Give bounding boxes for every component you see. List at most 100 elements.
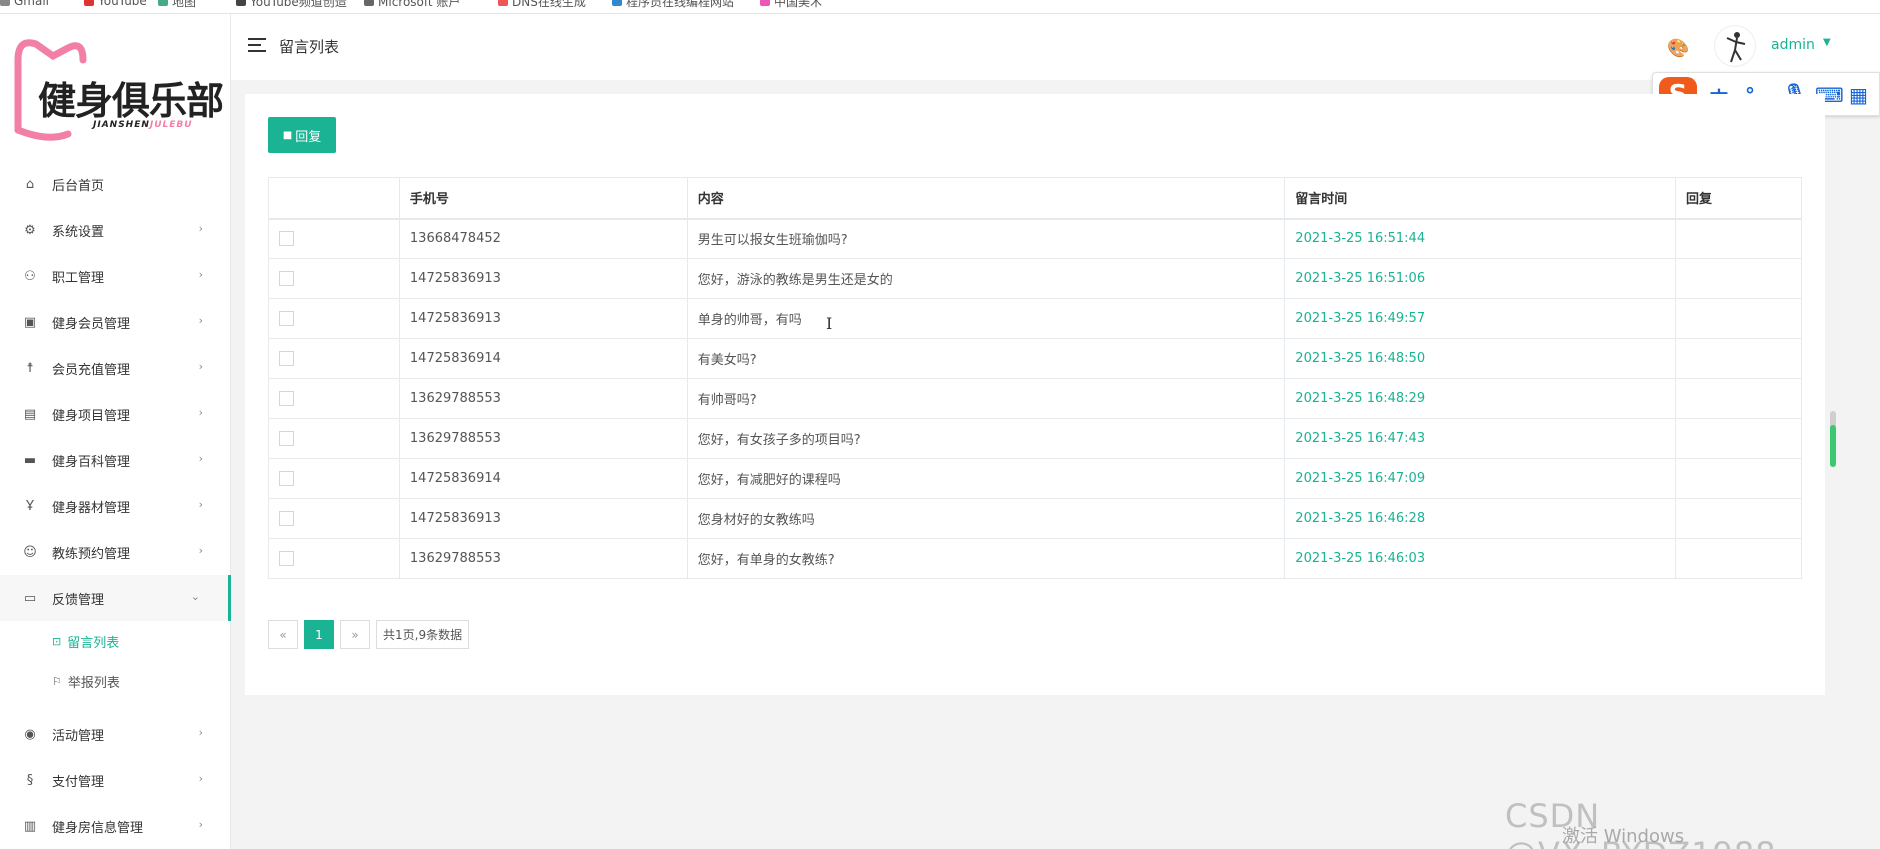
bookmark-label: YouTube <box>98 0 147 8</box>
bookmark-item[interactable]: DNS在线生成 <box>498 0 586 9</box>
table-row[interactable]: 14725836914 有美女吗? 2021-3-25 16:48:50 <box>268 338 1802 379</box>
sidebar-item[interactable]: ☺ 教练预约管理 › <box>0 529 231 575</box>
sidebar-item[interactable]: ⚙ 系统设置 › <box>0 207 231 253</box>
time-cell: 2021-3-25 16:47:43 <box>1284 418 1677 459</box>
bookmark-item[interactable]: Gmail <box>0 0 49 8</box>
sidebar-item[interactable]: Ұ 健身器材管理 › <box>0 483 231 529</box>
bookmark-item[interactable]: 地图 <box>158 0 196 9</box>
row-checkbox[interactable] <box>279 431 294 446</box>
reply-cell <box>1675 458 1802 499</box>
sidebar-item[interactable]: ⌂ 后台首页 <box>0 161 231 207</box>
sidebar-item[interactable]: ▥ 健身房信息管理 › <box>0 803 231 849</box>
bookmark-favicon-icon <box>364 0 374 6</box>
bookmark-label: DNS在线生成 <box>512 0 586 9</box>
bookmark-item[interactable]: Microsoft 账户 <box>364 0 461 9</box>
phone-cell: 14725836914 <box>398 458 688 499</box>
table-header-row: 手机号 内容 留言时间 回复 <box>268 177 1802 220</box>
sidebar-subitem[interactable]: ⊡ 留言列表 <box>0 621 231 661</box>
sidebar-item[interactable]: ▤ 健身项目管理 › <box>0 391 231 437</box>
header-phone[interactable]: 手机号 <box>398 177 688 220</box>
row-checkbox[interactable] <box>279 551 294 566</box>
table-row[interactable]: 13629788553 您好，有单身的女教练? 2021-3-25 16:46:03 <box>268 538 1802 579</box>
folder-icon: ▬ <box>23 452 37 468</box>
row-checkbox[interactable] <box>279 391 294 406</box>
sidebar-item-label: 健身房信息管理 <box>52 820 144 836</box>
reply-cell <box>1675 378 1802 419</box>
reply-cell <box>1675 338 1802 379</box>
chevron-down-icon: ⌄ <box>190 590 200 603</box>
sidebar-item[interactable]: ◉ 活动管理 › <box>0 711 231 757</box>
content-cell: 男生可以报女生班瑜伽吗? <box>686 218 1286 259</box>
message-table: 手机号 内容 留言时间 回复 13668478452 男生可以报女生班瑜伽吗? 20… <box>268 177 1802 579</box>
phone-cell: 13668478452 <box>398 218 688 259</box>
pagination-next[interactable]: » <box>340 620 370 649</box>
row-checkbox[interactable] <box>279 271 294 286</box>
sidebar-item-label: 职工管理 <box>52 270 105 286</box>
chevron-right-icon: › <box>198 452 203 465</box>
bookmark-item[interactable]: YouTube <box>84 0 147 8</box>
sidebar-subitem-label: 举报列表 <box>67 675 120 691</box>
time-cell: 2021-3-25 16:49:57 <box>1284 298 1677 339</box>
header-time[interactable]: 留言时间 <box>1284 177 1677 220</box>
table-row[interactable]: 13668478452 男生可以报女生班瑜伽吗? 2021-3-25 16:51:4… <box>268 218 1802 259</box>
bookmark-label: Microsoft 账户 <box>378 0 461 9</box>
android-icon: ▣ <box>23 314 37 330</box>
table-row[interactable]: 14725836914 您好，有减肥好的课程吗 2021-3-25 16:47:09 <box>268 458 1802 499</box>
person-icon: ☨ <box>26 360 34 376</box>
table-row[interactable]: 14725836913 您身材好的女教练吗 2021-3-25 16:46:28 <box>268 498 1802 539</box>
sidebar-subitem[interactable]: ⚐ 举报列表 <box>0 661 231 701</box>
message-icon: ⊡ <box>52 634 62 648</box>
theme-palette-icon[interactable]: 🎨 <box>1667 38 1689 59</box>
sidebar-item[interactable]: ▬ 健身百科管理 › <box>0 437 231 483</box>
scrollbar[interactable] <box>1830 411 1836 467</box>
row-checkbox-cell <box>268 538 400 579</box>
top-header: 留言列表 🎨 admin ▼ <box>231 14 1880 80</box>
bookmark-label: 中国美术 <box>774 0 823 9</box>
row-checkbox[interactable] <box>279 311 294 326</box>
user-name-dropdown[interactable]: admin <box>1771 37 1815 53</box>
row-checkbox[interactable] <box>279 471 294 486</box>
sidebar-item[interactable]: § 支付管理 › <box>0 757 231 803</box>
table-row[interactable]: 14725836913 您好，游泳的教练是男生还是女的 2021-3-25 16:5… <box>268 258 1802 299</box>
header-reply[interactable]: 回复 <box>1675 177 1802 220</box>
header-content[interactable]: 内容 <box>686 177 1286 220</box>
pagination-prev[interactable]: « <box>268 620 298 649</box>
bookmark-item[interactable]: 中国美术 <box>760 0 823 9</box>
sidebar-item[interactable]: ▭ 反馈管理 ⌄ <box>0 575 231 621</box>
avatar[interactable] <box>1714 25 1756 67</box>
sidebar-item-label: 活动管理 <box>52 728 105 744</box>
sidebar-item-label: 支付管理 <box>52 774 105 790</box>
pagination: « 1 » 共1页,9条数据 <box>268 620 475 649</box>
bookmark-favicon-icon <box>84 0 94 6</box>
row-checkbox[interactable] <box>279 231 294 247</box>
row-checkbox[interactable] <box>279 511 294 526</box>
reply-cell <box>1675 298 1802 339</box>
page-title: 留言列表 <box>279 38 340 56</box>
caret-down-icon[interactable]: ▼ <box>1823 37 1831 48</box>
sidebar-item[interactable]: ☨ 会员充值管理 › <box>0 345 231 391</box>
sidebar-item[interactable]: ⚇ 职工管理 › <box>0 253 231 299</box>
sidebar-item[interactable]: ▣ 健身会员管理 › <box>0 299 231 345</box>
sidebar: 健身俱乐部 JIANSHENJULEBU ⌂ 后台首页 ⚙ 系统设置 › ⚇ 职工管理 › ▣ 健… <box>0 14 231 849</box>
reply-button[interactable]: ■ 回复 <box>268 117 336 153</box>
bookmark-favicon-icon <box>498 0 508 6</box>
bookmark-item[interactable]: 程序员在线编程网站 <box>612 0 734 9</box>
bookmark-item[interactable]: YouTube频道创造 <box>236 0 347 9</box>
reply-cell <box>1675 218 1802 259</box>
table-row[interactable]: 13629788553 您好，有女孩子多的项目吗? 2021-3-25 16:47:… <box>268 418 1802 459</box>
report-icon: ⚐ <box>52 674 62 688</box>
reply-chat-icon: ■ <box>282 129 293 141</box>
table-row[interactable]: 14725836913 单身的帅哥，有吗 2021-3-25 16:49:57 <box>268 298 1802 339</box>
table-row[interactable]: 13629788553 有帅哥吗? 2021-3-25 16:48:29 <box>268 378 1802 419</box>
row-checkbox[interactable] <box>279 351 294 366</box>
menu-toggle-icon[interactable] <box>248 38 266 52</box>
section-icon: § <box>26 772 34 788</box>
sidebar-subitem-label: 留言列表 <box>67 635 120 651</box>
chevron-right-icon: › <box>198 772 203 785</box>
pagination-page-1[interactable]: 1 <box>304 620 334 649</box>
users-icon: ⚇ <box>24 268 36 284</box>
scrollbar-thumb[interactable] <box>1830 425 1836 467</box>
chevron-right-icon: › <box>198 268 203 281</box>
content-cell: 有帅哥吗? <box>686 378 1286 419</box>
apps-grid-icon[interactable]: ▦ <box>1849 83 1868 107</box>
